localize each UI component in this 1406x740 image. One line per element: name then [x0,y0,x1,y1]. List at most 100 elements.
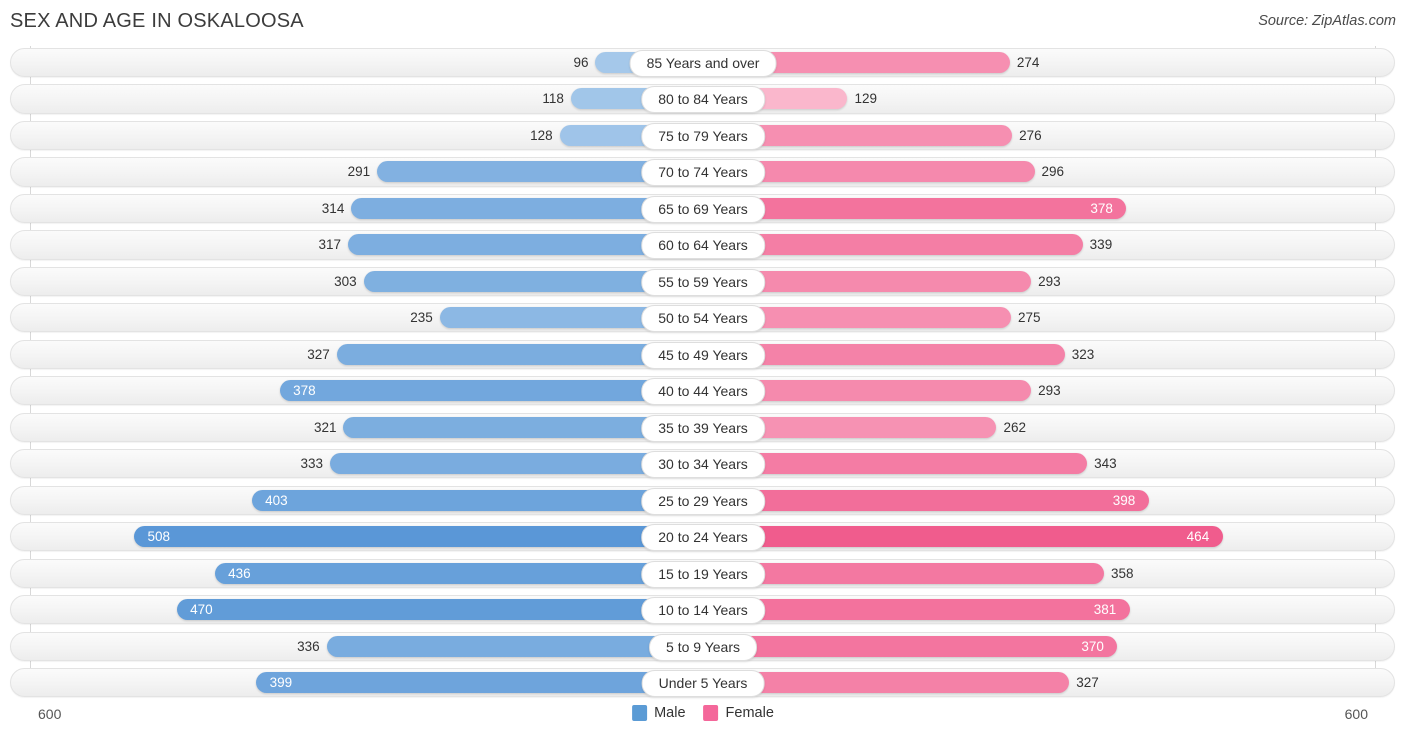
female-value-label: 370 [1081,638,1104,654]
female-value-label: 323 [1071,346,1095,362]
pyramid-row: 235 275 50 to 54 Years [0,301,1406,334]
age-group-label: 75 to 79 Years [641,122,765,150]
female-value-label: 275 [1018,310,1041,326]
male-value-label: 128 [530,127,553,143]
age-group-label: 25 to 29 Years [641,487,765,515]
female-value-label: 464 [1186,529,1210,545]
male-value-label: 118 [542,91,564,107]
pyramid-row: 403 398 25 to 29 Years [0,484,1406,517]
female-value-label: 381 [1093,602,1117,618]
male-bar[interactable] [134,526,703,548]
male-value-label: 399 [269,675,293,691]
female-value-label: 327 [1076,675,1099,691]
age-group-label: 40 to 44 Years [641,378,765,406]
male-value-label: 303 [334,273,357,289]
age-group-label: 20 to 24 Years [641,524,765,552]
male-bar[interactable] [256,672,703,694]
female-value-label: 339 [1089,237,1113,253]
pyramid-row: 470 381 10 to 14 Years [0,593,1406,626]
pyramid-row: 336 370 5 to 9 Years [0,630,1406,663]
page-title: SEX AND AGE IN OSKALOOSA [10,10,304,32]
age-group-label: 65 to 69 Years [641,195,765,223]
male-value-label: 235 [410,310,433,326]
male-value-label: 378 [293,383,316,399]
female-value-label: 358 [1110,565,1134,581]
male-bar[interactable] [251,489,703,511]
male-bar[interactable] [326,635,703,657]
male-value-label: 327 [307,346,330,362]
pyramid-row: 314 378 65 to 69 Years [0,192,1406,225]
female-value-label: 262 [1003,419,1026,435]
pyramid-plot: 96 274 85 Years and over 118 129 80 to 84 Yea… [0,46,1406,698]
male-bar[interactable] [176,599,703,621]
pyramid-row: 378 293 40 to 44 Years [0,374,1406,407]
chart-page: SEX AND AGE IN OSKALOOSA Source: ZipAtla… [0,0,1406,740]
female-value-label: 274 [1016,55,1040,70]
female-bar[interactable] [703,489,1149,511]
age-group-label: 50 to 54 Years [641,305,765,333]
male-value-label: 291 [347,164,371,180]
female-value-label: 293 [1038,273,1061,289]
age-group-label: 30 to 34 Years [641,451,765,479]
chart-footer: 600 600 Male Female [0,700,1406,740]
pyramid-row: 333 343 30 to 34 Years [0,447,1406,480]
axis-max-right: 600 [1344,706,1368,722]
female-value-label: 276 [1019,127,1042,143]
pyramid-row: 508 464 20 to 24 Years [0,520,1406,553]
female-bar[interactable] [703,635,1118,657]
age-group-label: 85 Years and over [629,50,777,77]
female-value-label: 398 [1112,492,1136,508]
pyramid-row: 303 293 55 to 59 Years [0,265,1406,298]
age-group-label: Under 5 Years [641,670,765,698]
pyramid-rows: 96 274 85 Years and over 118 129 80 to 84 Yea… [0,46,1406,703]
source-attribution: Source: ZipAtlas.com [1258,13,1396,29]
age-group-label: 60 to 64 Years [641,232,765,260]
legend-label-female: Female [725,705,774,721]
pyramid-row: 291 296 70 to 74 Years [0,155,1406,188]
male-value-label: 314 [321,200,345,216]
age-group-label: 80 to 84 Years [641,86,765,114]
female-bar[interactable] [703,526,1223,548]
male-value-label: 470 [190,602,213,618]
age-group-label: 55 to 59 Years [641,268,765,296]
male-value-label: 436 [228,565,251,581]
pyramid-row: 317 339 60 to 64 Years [0,228,1406,261]
male-color-swatch [632,705,648,721]
age-group-label: 15 to 19 Years [641,560,765,588]
male-value-label: 96 [573,55,589,70]
legend-item-male[interactable]: Male [632,705,686,721]
pyramid-row: 399 327 Under 5 Years [0,666,1406,699]
chart-header: SEX AND AGE IN OSKALOOSA Source: ZipAtla… [0,0,1406,46]
female-value-label: 296 [1041,164,1065,180]
pyramid-row: 436 358 15 to 19 Years [0,557,1406,590]
male-value-label: 317 [318,237,341,253]
pyramid-row: 96 274 85 Years and over [0,46,1406,79]
age-group-label: 10 to 14 Years [641,597,765,625]
axis-max-left: 600 [38,706,62,722]
age-group-label: 5 to 9 Years [649,633,757,661]
female-value-label: 129 [854,91,877,107]
male-value-label: 336 [297,638,320,654]
age-group-label: 45 to 49 Years [641,341,765,369]
legend-item-female[interactable]: Female [703,705,774,721]
male-bar[interactable] [214,562,703,584]
female-color-swatch [703,705,719,721]
female-bar[interactable] [703,197,1127,219]
age-group-label: 70 to 74 Years [641,159,765,187]
female-value-label: 343 [1094,456,1117,472]
age-group-label: 35 to 39 Years [641,414,765,442]
legend-label-male: Male [654,705,686,721]
male-bar[interactable] [279,380,703,402]
chart-legend: Male Female [632,705,774,721]
female-value-label: 378 [1090,200,1113,216]
male-value-label: 333 [300,456,324,472]
male-value-label: 403 [265,492,288,508]
pyramid-row: 321 262 35 to 39 Years [0,411,1406,444]
male-value-label: 321 [313,419,337,435]
female-value-label: 293 [1038,383,1061,399]
pyramid-row: 327 323 45 to 49 Years [0,338,1406,371]
female-bar[interactable] [703,599,1130,621]
male-value-label: 508 [147,529,171,545]
pyramid-row: 128 276 75 to 79 Years [0,119,1406,152]
pyramid-row: 118 129 80 to 84 Years [0,82,1406,115]
